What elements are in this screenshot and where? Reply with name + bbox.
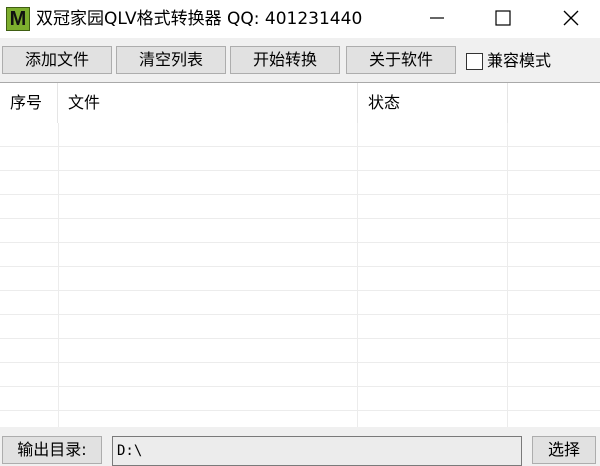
compat-mode-option[interactable]: 兼容模式 xyxy=(466,48,551,74)
toolbar: 添加文件 清空列表 开始转换 关于软件 兼容模式 xyxy=(0,44,600,78)
output-dir-label: 输出目录: xyxy=(2,436,102,464)
title-bar: M 双冠家园QLV格式转换器 QQ: 401231440 xyxy=(0,0,600,38)
column-header-empty[interactable] xyxy=(508,83,600,123)
column-header-status[interactable]: 状态 xyxy=(358,83,508,123)
window-title: 双冠家园QLV格式转换器 QQ: 401231440 xyxy=(36,9,363,29)
app-logo-icon: M xyxy=(6,7,30,31)
about-button[interactable]: 关于软件 xyxy=(346,46,456,74)
close-icon xyxy=(563,10,579,26)
compat-mode-label: 兼容模式 xyxy=(487,51,552,70)
list-header: 序号 文件 状态 xyxy=(0,83,600,123)
maximize-button[interactable] xyxy=(480,0,526,36)
output-dir-field[interactable]: D:\ xyxy=(112,436,522,466)
add-file-button[interactable]: 添加文件 xyxy=(2,46,112,74)
close-button[interactable] xyxy=(548,0,594,36)
maximize-icon xyxy=(495,10,511,26)
choose-dir-button[interactable]: 选择 xyxy=(532,436,596,464)
column-header-file[interactable]: 文件 xyxy=(58,83,358,123)
output-bar: 输出目录: D:\ 选择 xyxy=(0,430,600,466)
file-list[interactable]: 序号 文件 状态 xyxy=(0,82,600,427)
clear-list-button[interactable]: 清空列表 xyxy=(116,46,226,74)
minimize-button[interactable] xyxy=(414,0,460,36)
start-convert-button[interactable]: 开始转换 xyxy=(230,46,340,74)
list-body[interactable] xyxy=(0,123,600,427)
minimize-icon xyxy=(430,17,444,19)
compat-mode-checkbox[interactable] xyxy=(466,52,483,70)
column-header-index[interactable]: 序号 xyxy=(0,83,58,123)
